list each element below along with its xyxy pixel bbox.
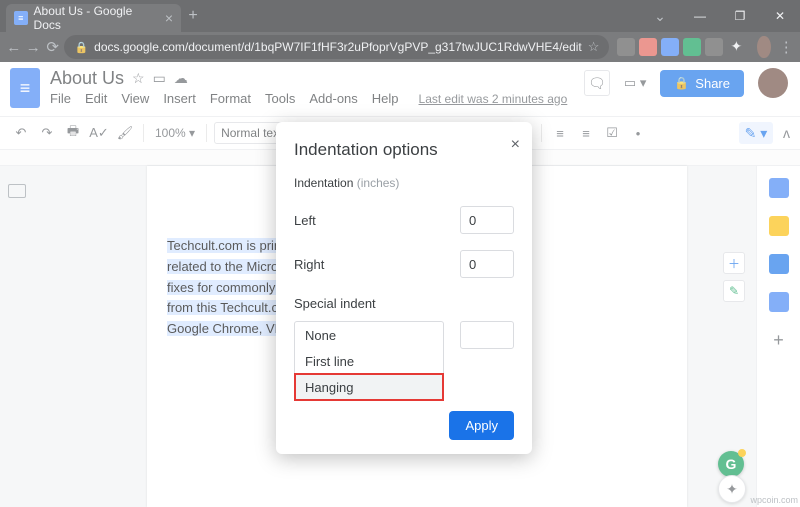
- indentation-label: Indentation: [294, 176, 353, 190]
- special-indent-dropdown[interactable]: None First line Hanging: [294, 321, 444, 401]
- right-indent-input[interactable]: 0: [460, 250, 514, 278]
- apply-button[interactable]: Apply: [449, 411, 514, 440]
- option-first-line[interactable]: First line: [295, 348, 443, 374]
- special-indent-value-input[interactable]: [460, 321, 514, 349]
- option-none[interactable]: None: [295, 322, 443, 348]
- indentation-options-dialog: × Indentation options Indentation (inche…: [276, 122, 532, 454]
- left-indent-label: Left: [294, 213, 316, 228]
- close-icon[interactable]: ×: [511, 136, 520, 154]
- right-indent-label: Right: [294, 257, 324, 272]
- left-indent-input[interactable]: 0: [460, 206, 514, 234]
- special-indent-label: Special indent: [294, 296, 514, 311]
- dialog-title: Indentation options: [294, 140, 514, 160]
- option-hanging[interactable]: Hanging: [295, 374, 443, 400]
- indentation-unit-hint: (inches): [357, 176, 400, 190]
